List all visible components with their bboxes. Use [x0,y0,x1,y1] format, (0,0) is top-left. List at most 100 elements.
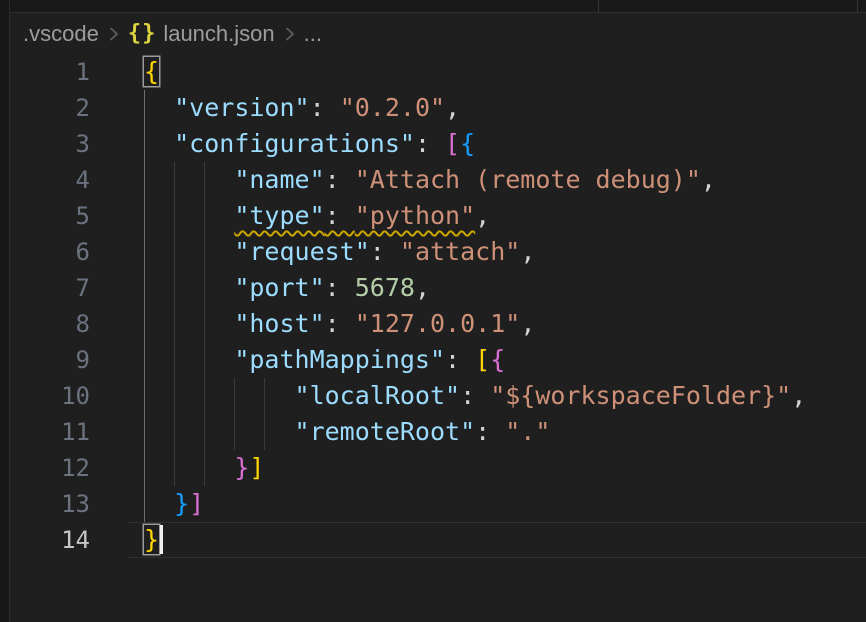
code-line: 11 "remoteRoot": "." [10,414,866,450]
line-content[interactable]: "configurations": [{ [128,126,866,162]
code-editor[interactable]: 1{2 "version": "0.2.0",3 "configurations… [10,54,866,558]
token-punct: , [520,237,535,266]
token-punct: : [325,309,355,338]
line-tokens: "configurations": [{ [144,129,475,158]
token-b1: ] [249,453,264,482]
breadcrumb-label: .vscode [23,21,99,47]
line-tokens: "remoteRoot": "." [144,417,550,446]
line-number[interactable]: 6 [10,234,90,270]
token-punct: : [460,381,490,410]
line-number[interactable]: 12 [10,450,90,486]
matched-bracket: { [144,57,159,86]
line-content[interactable]: "name": "Attach (remote debug)", [128,162,866,198]
code-line: 13 }] [10,486,866,522]
line-number[interactable]: 7 [10,270,90,306]
tab-separator [857,0,858,12]
token-b3: { [460,129,475,158]
line-number[interactable]: 11 [10,414,90,450]
code-line: 6 "request": "attach", [10,234,866,270]
token-string: "." [505,417,550,446]
line-number[interactable]: 10 [10,378,90,414]
token-number: 5678 [355,273,415,302]
indentation [144,309,234,338]
line-number[interactable]: 9 [10,342,90,378]
code-line: 3 "configurations": [{ [10,126,866,162]
line-content[interactable]: }] [128,486,866,522]
line-content[interactable]: "request": "attach", [128,234,866,270]
indentation [144,237,234,266]
line-content[interactable]: "localRoot": "${workspaceFolder}", [128,378,866,414]
line-tokens: "localRoot": "${workspaceFolder}", [144,381,806,410]
token-punct: : [445,345,475,374]
chevron-right-icon [283,25,296,43]
line-tokens: "port": 5678, [144,273,430,302]
token-key: "localRoot" [295,381,461,410]
indentation [144,345,234,374]
text-cursor [160,525,163,554]
line-content[interactable]: "host": "127.0.0.1", [128,306,866,342]
line-content[interactable]: { [128,54,866,90]
code-line: 1{ [10,54,866,90]
code-line: 12 }] [10,450,866,486]
line-tokens: "host": "127.0.0.1", [144,309,535,338]
indentation [144,273,234,302]
token-punct: , [520,309,535,338]
code-line: 2 "version": "0.2.0", [10,90,866,126]
code-line: 7 "port": 5678, [10,270,866,306]
line-number[interactable]: 1 [10,54,90,90]
token-string: "${workspaceFolder}" [490,381,791,410]
line-tokens: { [144,57,159,86]
line-content[interactable]: "version": "0.2.0", [128,90,866,126]
indentation [144,201,234,230]
token-key: "remoteRoot" [295,417,476,446]
line-content[interactable]: "port": 5678, [128,270,866,306]
line-number[interactable]: 14 [10,522,90,558]
token-punct: : [370,237,400,266]
token-key: "request" [234,237,369,266]
token-punct: : [325,273,355,302]
indentation [144,93,174,122]
line-content[interactable]: }] [128,450,866,486]
code-line: 4 "name": "Attach (remote debug)", [10,162,866,198]
token-punct: , [701,165,716,194]
token-b1: [ [475,345,490,374]
token-key: "pathMappings" [234,345,445,374]
code-line: 5 "type": "python", [10,198,866,234]
tab-separator [598,0,599,12]
token-key: "configurations" [174,129,415,158]
line-content[interactable]: } [128,522,866,558]
token-string: "127.0.0.1" [355,309,521,338]
line-number[interactable]: 3 [10,126,90,162]
breadcrumb-label: ... [304,21,322,47]
line-tokens: "version": "0.2.0", [144,93,460,122]
indentation [144,129,174,158]
token-key: "version" [174,93,309,122]
token-b3: } [174,489,189,518]
line-number[interactable]: 2 [10,90,90,126]
line-tokens: "request": "attach", [144,237,535,266]
code-line: 14} [10,522,866,558]
breadcrumb-item--[interactable]: ... [304,21,322,47]
line-content[interactable]: "remoteRoot": "." [128,414,866,450]
code-line: 9 "pathMappings": [{ [10,342,866,378]
line-number[interactable]: 13 [10,486,90,522]
token-punct: : [415,129,445,158]
line-content[interactable]: "type": "python", [128,198,866,234]
token-string: "Attach (remote debug)" [355,165,701,194]
breadcrumb: .vscode {}launch.json... [10,13,866,54]
json-file-icon: {} [128,21,157,46]
token-key: "name" [234,165,324,194]
breadcrumb-label: launch.json [163,21,274,47]
breadcrumb-item-launch-json[interactable]: {}launch.json [128,21,275,47]
sidebar-edge-strip [0,0,10,622]
line-number[interactable]: 4 [10,162,90,198]
token-punct: : [325,165,355,194]
line-number[interactable]: 8 [10,306,90,342]
token-string: "0.2.0" [340,93,445,122]
line-number[interactable]: 5 [10,198,90,234]
line-content[interactable]: "pathMappings": [{ [128,342,866,378]
token-key: "host" [234,309,324,338]
token-key: "port" [234,273,324,302]
breadcrumb-item--vscode[interactable]: .vscode [23,21,99,47]
chevron-right-icon [107,25,120,43]
